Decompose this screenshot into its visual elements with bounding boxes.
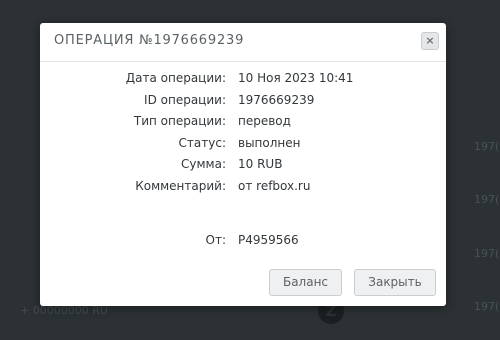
close-icon[interactable]: × bbox=[421, 32, 439, 50]
background-right-text-2: 197( bbox=[474, 193, 500, 206]
type-label: Тип операции: bbox=[133, 114, 226, 128]
comment-value: от refbox.ru bbox=[238, 178, 311, 193]
close-button[interactable]: Закрыть bbox=[354, 269, 436, 296]
comment-label: Комментарий: bbox=[135, 178, 226, 193]
date-label: Дата операции: bbox=[125, 71, 226, 85]
from-label: От: bbox=[205, 233, 226, 247]
dialog-title: ОПЕРАЦИЯ №1976669239 bbox=[54, 33, 245, 48]
status-value: выполнен bbox=[238, 135, 301, 150]
from-value: P4959566 bbox=[238, 233, 299, 247]
operation-dialog: ОПЕРАЦИЯ №1976669239 × Дата операции: 10… bbox=[40, 23, 446, 306]
background-right-text-1: 197( bbox=[474, 140, 500, 153]
detail-row-date: Дата операции: 10 Ноя 2023 10:41 bbox=[40, 71, 446, 93]
operation-details: Дата операции: 10 Ноя 2023 10:41 ID опер… bbox=[40, 71, 446, 200]
id-value: 1976669239 bbox=[238, 92, 315, 107]
detail-row-amount: Сумма: 10 RUB bbox=[40, 157, 446, 179]
detail-row-comment: Комментарий: от refbox.ru bbox=[40, 179, 446, 201]
background-right-text-4: 197( bbox=[474, 300, 500, 313]
amount-label: Сумма: bbox=[181, 157, 226, 171]
detail-row-id: ID операции: 1976669239 bbox=[40, 93, 446, 115]
amount-value: 10 RUB bbox=[238, 157, 283, 171]
background-right-text-3: 197( bbox=[474, 247, 500, 260]
id-label: ID операции: bbox=[144, 92, 226, 107]
date-value: 10 Ноя 2023 10:41 bbox=[238, 71, 354, 85]
detail-row-from: От: P4959566 bbox=[40, 233, 446, 251]
type-value: перевод bbox=[238, 114, 291, 128]
dialog-header: ОПЕРАЦИЯ №1976669239 × bbox=[40, 23, 446, 62]
detail-row-type: Тип операции: перевод bbox=[40, 114, 446, 136]
status-label: Статус: bbox=[178, 135, 226, 150]
balance-button[interactable]: Баланс bbox=[269, 269, 342, 296]
detail-row-status: Статус: выполнен bbox=[40, 136, 446, 158]
